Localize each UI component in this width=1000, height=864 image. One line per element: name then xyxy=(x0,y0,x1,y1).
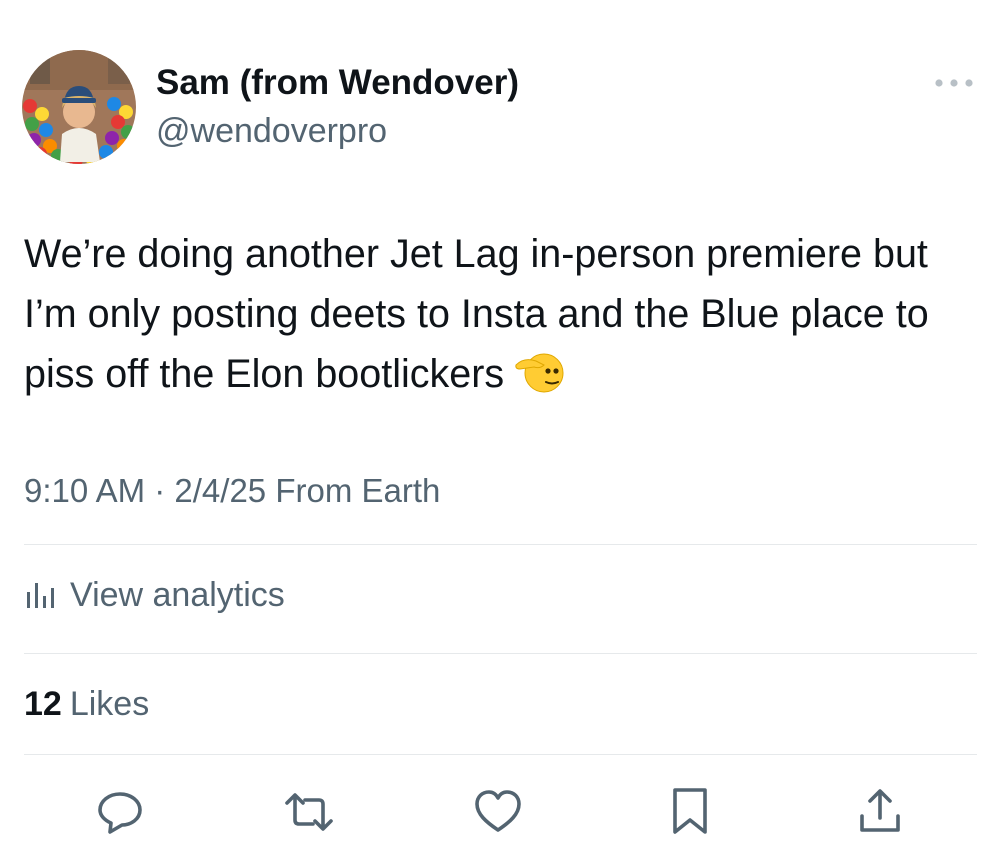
more-dots-icon xyxy=(935,79,973,87)
share-icon xyxy=(860,789,900,832)
divider xyxy=(24,754,977,755)
likes-link[interactable]: 12 Likes xyxy=(24,683,149,725)
author-handle[interactable]: @wendoverpro xyxy=(156,110,387,152)
likes-label: Likes xyxy=(69,685,150,723)
view-analytics-link[interactable]: View analytics xyxy=(24,573,285,617)
like-button[interactable] xyxy=(472,786,524,838)
bookmark-icon xyxy=(673,788,707,834)
retweet-button[interactable] xyxy=(283,786,335,838)
divider xyxy=(24,544,977,545)
retweet-icon xyxy=(285,793,333,831)
tweet-timestamp: 9:10 AM · 2/4/25 From Earth xyxy=(24,472,441,509)
view-analytics-label: View analytics xyxy=(70,575,285,614)
saluting-face-icon xyxy=(514,351,564,412)
share-button[interactable] xyxy=(854,786,906,838)
tweet-body: We’re doing another Jet Lag in-person pr… xyxy=(24,232,929,396)
avatar[interactable] xyxy=(22,50,136,164)
analytics-icon xyxy=(27,583,54,608)
reply-button[interactable] xyxy=(94,786,146,838)
like-icon xyxy=(475,790,521,832)
likes-count: 12 xyxy=(24,685,62,723)
tweet-text: We’re doing another Jet Lag in-person pr… xyxy=(24,224,974,412)
author-display-name[interactable]: Sam (from Wendover) xyxy=(156,62,519,104)
bookmark-button[interactable] xyxy=(664,786,716,838)
reply-icon xyxy=(98,792,142,834)
divider xyxy=(24,653,977,654)
more-options-button[interactable] xyxy=(932,70,976,96)
